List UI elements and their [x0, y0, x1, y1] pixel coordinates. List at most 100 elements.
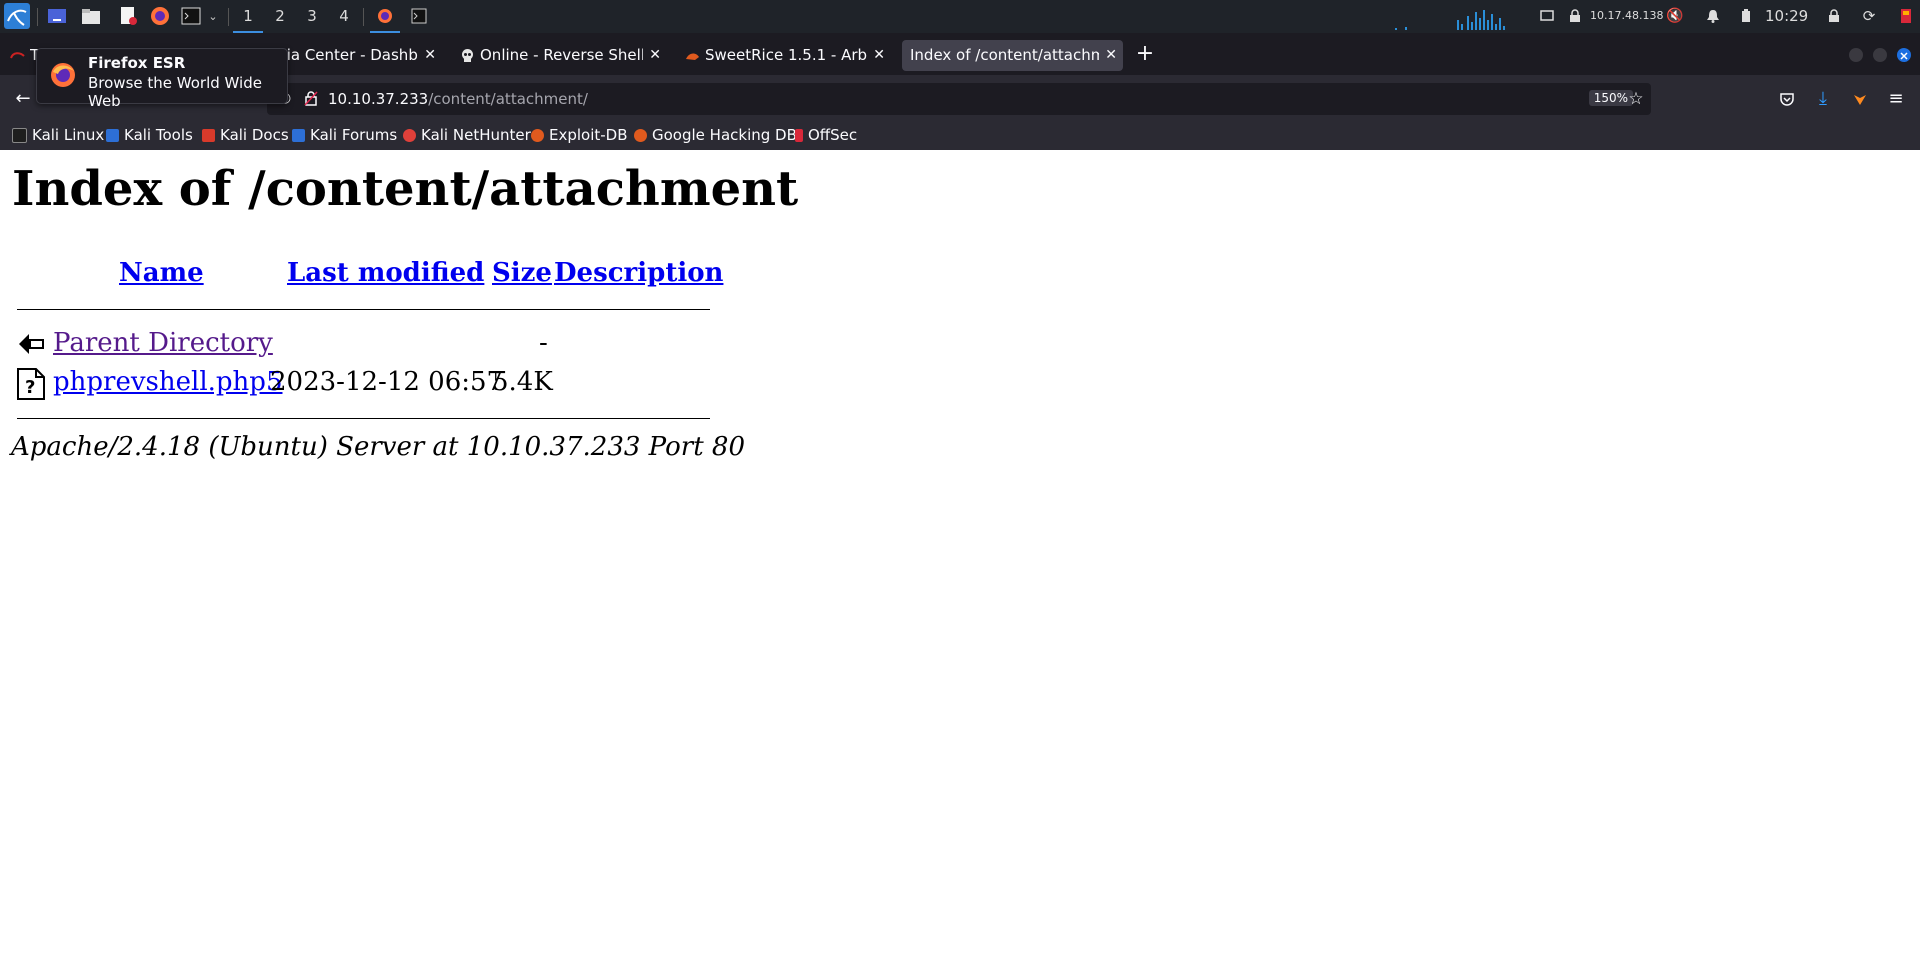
server-signature: Apache/2.4.18 (Ubuntu) Server at 10.10.3… [11, 432, 745, 462]
firefox-icon [51, 63, 75, 87]
maximize-window-button[interactable] [1873, 48, 1887, 62]
divider [17, 418, 710, 419]
bookmark-label: Kali Docs [220, 126, 289, 144]
bookmark-google-hacking-db[interactable]: Google Hacking DB [634, 126, 797, 144]
terminal-launcher-icon[interactable] [180, 7, 202, 25]
notification-bell-icon[interactable] [1705, 7, 1721, 25]
bookmark-kali-nethunter[interactable]: Kali NetHunter [403, 126, 531, 144]
tooltip-title: Firefox ESR [88, 54, 186, 72]
url-bar[interactable]: ◐ 10.10.37.233/content/attachment/ 150% [267, 83, 1651, 115]
parent-directory-link[interactable]: Parent Directory [53, 328, 273, 358]
page-title: Index of /content/attachment [12, 161, 799, 217]
bookmark-label: Exploit-DB [549, 126, 628, 144]
row-size: 5.4K [492, 367, 553, 397]
nethunter-icon [403, 128, 416, 142]
ghdb-icon [634, 128, 647, 142]
bookmarks-toolbar: Kali Linux Kali Tools Kali Docs Kali For… [0, 123, 1920, 150]
bookmark-label: Kali Tools [124, 126, 193, 144]
tab-index-attachment[interactable]: Index of /content/attachment ✕ [902, 40, 1123, 71]
column-header-last-modified[interactable]: Last modified [287, 258, 484, 288]
column-header-description[interactable]: Description [554, 258, 723, 288]
show-desktop-icon[interactable] [46, 7, 68, 25]
bookmark-label: Google Hacking DB [652, 126, 797, 144]
new-tab-button[interactable]: + [1131, 40, 1159, 68]
tab-label: Online - Reverse Shell Ge... [480, 46, 643, 64]
downloads-icon[interactable]: ⤓ [1811, 87, 1835, 111]
navigation-bar: ← → ↻ ⌂ ◐ 10.10.37.233/content/attachmen… [0, 75, 1920, 123]
row-size: - [539, 328, 548, 358]
url-path: /content/attachment/ [428, 90, 588, 108]
tab-close-icon[interactable]: ✕ [424, 40, 436, 71]
workspace-1[interactable]: 1 [233, 0, 263, 33]
page-content: Index of /content/attachment Name Last m… [0, 150, 1920, 963]
panel-separator [228, 8, 229, 26]
screen-icon[interactable] [1539, 7, 1555, 25]
insecure-lock-icon[interactable] [304, 90, 318, 110]
back-arrow-icon[interactable]: ← [11, 87, 35, 111]
panel-separator [37, 8, 38, 26]
hamburger-menu-icon[interactable]: ≡ [1884, 87, 1908, 111]
extension-foxyproxy-icon[interactable] [1848, 87, 1872, 111]
tryhackme-icon [10, 52, 25, 59]
pocket-icon[interactable] [1775, 87, 1799, 111]
lock-screen-icon[interactable] [1827, 7, 1841, 25]
bookmark-label: Kali NetHunter [421, 126, 531, 144]
workspace-3[interactable]: 3 [297, 0, 327, 33]
offsec-icon [795, 128, 803, 142]
bookmark-exploit-db[interactable]: Exploit-DB [531, 126, 628, 144]
bookmark-kali-linux[interactable]: Kali Linux [12, 126, 104, 144]
tab-sweetrice[interactable]: SweetRice 1.5.1 - Arbitrary ✕ [679, 40, 891, 71]
bookmark-label: Kali Forums [310, 126, 398, 144]
workspace-2[interactable]: 2 [265, 0, 295, 33]
exploit-db-icon [531, 128, 544, 142]
tab-close-icon[interactable]: ✕ [873, 40, 885, 71]
clock[interactable]: 10:29 [1765, 7, 1808, 25]
taskbar-firefox[interactable] [370, 0, 400, 33]
top-panel: ⌄ 1 2 3 4 10.17.48.138 🔇 10:29 ⟳ [0, 0, 1920, 33]
close-window-button[interactable] [1897, 48, 1911, 62]
firefox-launcher-icon[interactable] [149, 7, 171, 25]
bookmark-star-icon[interactable]: ☆ [1624, 87, 1648, 111]
bookmark-offsec[interactable]: OffSec [795, 126, 857, 144]
tab-bar: TryHackMe | Admin ✕ Media Center - Dashb… [0, 33, 1920, 75]
divider [17, 309, 710, 310]
mute-icon[interactable]: 🔇 [1666, 7, 1683, 25]
unknown-file-icon: ? [17, 368, 45, 400]
panel-separator [363, 8, 364, 26]
refresh-session-icon[interactable]: ⟳ [1862, 7, 1876, 25]
tab-label: SweetRice 1.5.1 - Arbitrary [705, 46, 867, 64]
tab-close-icon[interactable]: ✕ [1105, 40, 1117, 71]
text-editor-icon[interactable] [117, 7, 139, 25]
power-icon[interactable] [1897, 7, 1915, 25]
skull-icon [462, 49, 473, 62]
column-header-size[interactable]: Size [492, 258, 552, 288]
tab-reverse-shell[interactable]: Online - Reverse Shell Ge... ✕ [454, 40, 667, 71]
ip-address: 10.17.48.138 [1590, 9, 1664, 22]
column-header-name[interactable]: Name [119, 258, 204, 288]
kali-docs-icon [202, 128, 215, 142]
network-graph-icon [1395, 10, 1505, 30]
bookmark-kali-tools[interactable]: Kali Tools [106, 126, 193, 144]
firefox-tooltip: Firefox ESR Browse the World Wide Web [36, 48, 288, 110]
back-icon [19, 334, 44, 354]
exploit-db-icon [686, 53, 699, 60]
workspace-4[interactable]: 4 [329, 0, 359, 33]
chevron-down-icon[interactable]: ⌄ [206, 7, 220, 25]
svg-text:?: ? [25, 377, 35, 398]
kali-menu-icon[interactable] [4, 3, 30, 29]
file-link[interactable]: phprevshell.php5 [53, 367, 282, 397]
url-text[interactable]: 10.10.37.233/content/attachment/ [328, 90, 588, 108]
kali-icon [12, 127, 27, 143]
bookmark-label: Kali Linux [32, 126, 105, 144]
minimize-window-button[interactable] [1849, 48, 1863, 62]
taskbar-terminal[interactable] [404, 0, 434, 33]
bookmark-kali-forums[interactable]: Kali Forums [292, 126, 397, 144]
tab-close-icon[interactable]: ✕ [649, 40, 661, 71]
tooltip-subtitle: Browse the World Wide Web [88, 74, 262, 110]
bookmark-kali-docs[interactable]: Kali Docs [202, 126, 289, 144]
file-manager-icon[interactable] [80, 7, 102, 25]
url-host: 10.10.37.233 [328, 90, 429, 108]
tab-label: Index of /content/attachment [910, 46, 1099, 64]
bookmark-label: OffSec [808, 126, 858, 144]
kali-tools-icon [106, 128, 119, 142]
